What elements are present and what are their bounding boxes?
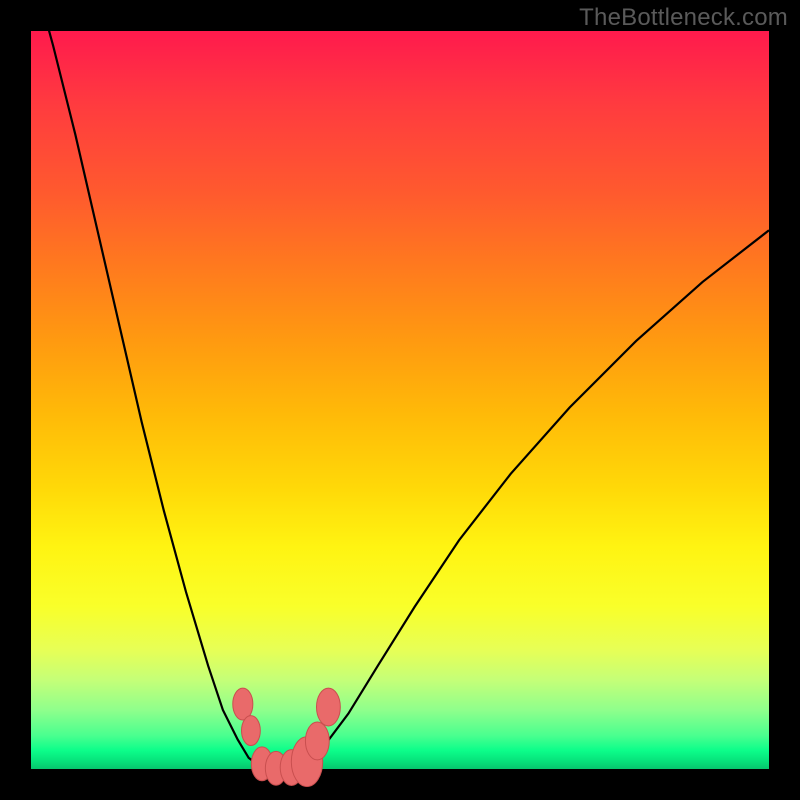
plot-area xyxy=(31,31,769,769)
min-marker xyxy=(242,716,261,746)
watermark-text: TheBottleneck.com xyxy=(579,4,788,32)
min-marker xyxy=(316,688,340,726)
min-markers xyxy=(233,688,341,786)
min-marker xyxy=(305,722,329,760)
curve-layer xyxy=(31,31,769,769)
min-marker xyxy=(233,688,253,720)
chart-frame: TheBottleneck.com xyxy=(0,0,800,800)
bottleneck-curve xyxy=(31,0,769,769)
